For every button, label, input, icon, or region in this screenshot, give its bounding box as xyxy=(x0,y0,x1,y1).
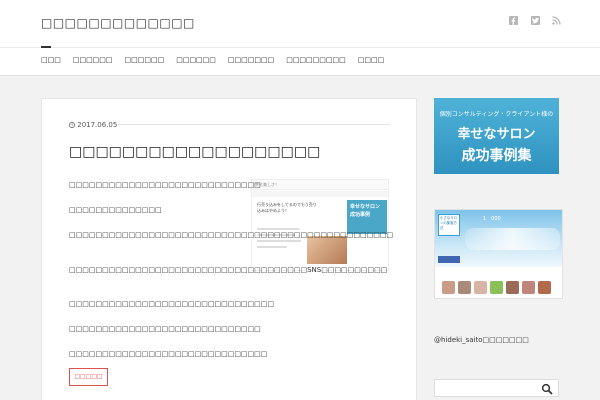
nav-item-4[interactable]: □□□□□□ xyxy=(176,56,216,64)
post-paragraph: □□□□□□□□□□□□□□□□□□□□□□□□□□□□□□□ xyxy=(69,300,275,308)
facebook-like-count: 1 000 xyxy=(483,216,501,222)
avatar xyxy=(490,281,503,294)
twitter-timeline-link[interactable]: @hideki_saito□□□□□□□ xyxy=(434,336,529,344)
cover-clouds xyxy=(465,228,560,250)
nav-item-6[interactable]: □□□□□□□□□ xyxy=(286,56,346,64)
post-title[interactable]: □□□□□□□□□□□□□□□□□□□ xyxy=(69,144,320,160)
rss-icon[interactable] xyxy=(552,16,561,28)
site-title[interactable]: □□□□□□□□□□□□□ xyxy=(41,16,195,30)
thumbnail-headline: 行売り込みをしてるのでもう売り込みはやめよう！ xyxy=(257,202,317,213)
nav-item-2[interactable]: □□□□□□ xyxy=(73,56,113,64)
avatar xyxy=(458,281,471,294)
avatar xyxy=(538,281,551,294)
avatar xyxy=(522,281,535,294)
banner-title-line1: 幸せなサロン xyxy=(457,127,536,142)
post-paragraph: □□□□□□□□□□□□□□□□□□□□□□□□□□□□□□ xyxy=(69,350,268,358)
post-paragraph: □□□□□□□□□□□□□□□□□□□□□□□□□□□□□ xyxy=(69,325,261,333)
search-input[interactable] xyxy=(434,379,559,397)
read-more-button[interactable]: □□□□□ xyxy=(69,368,108,386)
facebook-page-widget[interactable]: 小さなサロンの集客方法 1 000 xyxy=(434,209,563,299)
post-date-text: 2017.06.05 xyxy=(77,121,118,129)
clock-icon xyxy=(69,122,75,128)
banner-title-line2: 成功事例集 xyxy=(461,148,532,164)
thumbnail-header: 幸せ美しさ！ xyxy=(252,180,388,190)
post-thumbnail[interactable]: 幸せ美しさ！ 行売り込みをしてるのでもう売り込みはやめよう！ 幸せなサロン成功事… xyxy=(251,179,389,271)
facebook-like-button[interactable] xyxy=(438,256,460,263)
site-header: □□□□□□□□□□□□□ □□□ □□□□□□ □□□□□□ □□□□□□ □… xyxy=(0,0,600,76)
facebook-page-logo: 小さなサロンの集客方法 xyxy=(438,214,460,236)
avatar xyxy=(474,281,487,294)
post-card: 2017.06.05 □□□□□□□□□□□□□□□□□□□ 幸せ美しさ！ 行売… xyxy=(41,98,417,400)
twitter-icon[interactable] xyxy=(531,16,540,28)
search-icon[interactable] xyxy=(541,383,553,395)
post-paragraph: □□□□□□□□□□□□□□□□□□□□□□□□□□□□□□□□□□□□SNS□… xyxy=(69,266,388,274)
nav-active-indicator xyxy=(41,46,51,48)
banner-subtitle: 個別コンサルティング・クライアント様の xyxy=(439,111,554,118)
header-divider xyxy=(0,47,600,48)
post-paragraph: □□□□□□□□□□□□□□ xyxy=(69,206,162,214)
nav-item-3[interactable]: □□□□□□ xyxy=(125,56,165,64)
avatar xyxy=(442,281,455,294)
main-nav: □□□ □□□□□□ □□□□□□ □□□□□□ □□□□□□□ □□□□□□□… xyxy=(41,56,384,64)
avatar xyxy=(506,281,519,294)
nav-item-7[interactable]: □□□□ xyxy=(358,56,384,64)
post-date: 2017.06.05 xyxy=(69,121,117,129)
success-stories-banner[interactable]: 個別コンサルティング・クライアント様の 幸せなサロン 成功事例集 xyxy=(434,98,559,174)
nav-item-5[interactable]: □□□□□□□ xyxy=(228,56,274,64)
date-divider xyxy=(118,124,390,125)
facebook-fans xyxy=(442,281,551,294)
post-paragraph: □□□□□□□□□□□□□□□□□□□□□□□□□□□□□□□□□□□□□□□□… xyxy=(69,231,394,239)
thumbnail-nav xyxy=(252,191,388,197)
thumbnail-line xyxy=(257,246,287,248)
facebook-icon[interactable] xyxy=(509,16,518,28)
nav-item-home[interactable]: □□□ xyxy=(41,56,61,64)
post-paragraph: □□□□□□□□□□□□□□□□□□□□□□□□□□□□□ xyxy=(69,181,261,189)
